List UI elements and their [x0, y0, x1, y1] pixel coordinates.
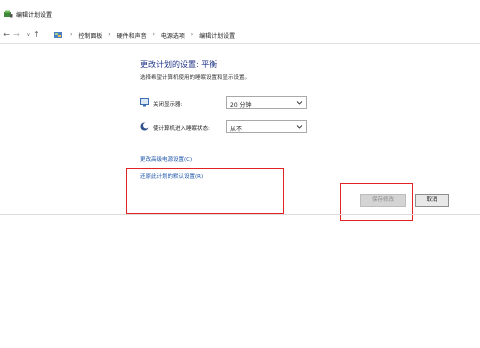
breadcrumb: › 控制面板 › 硬件和声音 › 电源选项 › 编辑计划设置: [66, 31, 235, 40]
sleep-select[interactable]: 从不: [226, 120, 307, 133]
chevron-down-icon: [296, 125, 303, 129]
breadcrumb-separator-icon: ›: [70, 31, 73, 38]
page-title: 更改计划的设置: 平衡: [140, 60, 218, 69]
page-subtitle: 选择希望计算机使用的睡眠设置和显示设置。: [140, 75, 251, 81]
sleep-value: 从不: [230, 126, 243, 133]
sleep-label: 使计算机进入睡眠状态:: [153, 126, 210, 132]
footer-divider: [0, 214, 480, 215]
display-off-label: 关闭显示器:: [153, 102, 183, 108]
forward-arrow-icon[interactable]: →: [12, 30, 21, 40]
highlight-box-restore-link: [126, 168, 284, 214]
breadcrumb-separator-icon: ›: [108, 31, 111, 38]
monitor-icon: [140, 98, 149, 107]
breadcrumb-power-options[interactable]: 电源选项: [161, 31, 185, 40]
address-bar: ← → ∨ ↑ › 控制面板 › 硬件和声音 › 电源选项 › 编辑计划设置: [0, 27, 480, 43]
breadcrumb-separator-icon: ›: [152, 31, 155, 38]
window-title: 编辑计划设置: [16, 12, 53, 19]
title-bar: 编辑计划设置: [0, 0, 480, 26]
breadcrumb-separator-icon: ›: [190, 31, 194, 38]
back-arrow-icon[interactable]: ←: [2, 30, 11, 40]
display-off-value: 20 分钟: [230, 102, 252, 109]
control-panel-icon: [54, 32, 62, 38]
display-off-select[interactable]: 20 分钟: [226, 96, 307, 109]
up-arrow-icon[interactable]: ↑: [32, 30, 41, 40]
chevron-down-icon: [296, 101, 303, 105]
moon-icon: [140, 122, 149, 131]
cancel-button[interactable]: 取消: [415, 194, 449, 207]
breadcrumb-edit-plan[interactable]: 编辑计划设置: [199, 31, 235, 40]
breadcrumb-hardware-sound[interactable]: 硬件和声音: [117, 31, 147, 40]
power-options-icon: [4, 10, 13, 18]
address-bar-divider: [0, 43, 480, 44]
advanced-power-settings-link[interactable]: 更改高级电源设置(C): [140, 155, 192, 163]
breadcrumb-control-panel[interactable]: 控制面板: [78, 31, 102, 40]
save-changes-button[interactable]: 保存修改: [360, 194, 406, 207]
